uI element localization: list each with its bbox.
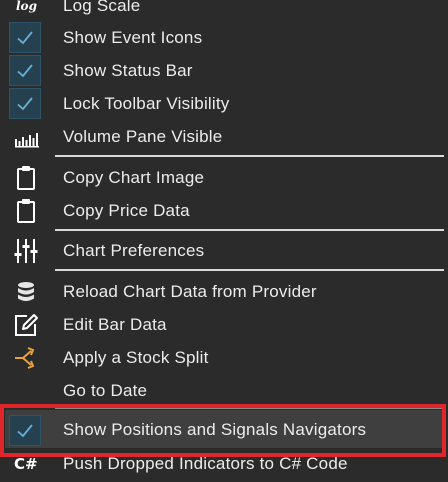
menu-item-label: Copy Price Data [63,201,190,220]
menu-item-show-status-bar[interactable]: Show Status Bar [0,55,448,87]
menu-item-label: Reload Chart Data from Provider [63,282,317,301]
menu-item-label: Chart Preferences [63,241,205,260]
clipboard-icon [17,199,35,223]
annotation-highlight-box [0,404,446,457]
menu-item-label: Lock Toolbar Visibility [63,94,230,113]
checkbox-checked [9,55,41,86]
menu-item-label: Push Dropped Indicators to C# Code [63,454,348,473]
menu-item-log-scale[interactable]: log Log Scale [0,0,448,22]
checkmark-icon [17,97,33,111]
clipboard-icon [17,166,35,190]
log-icon: log [16,0,37,13]
menu-divider [55,155,444,157]
menu-item-reload-chart-data[interactable]: Reload Chart Data from Provider [0,276,448,308]
edit-icon [15,314,38,336]
menu-item-show-event-icons[interactable]: Show Event Icons [0,22,448,54]
menu-item-edit-bar-data[interactable]: Edit Bar Data [0,309,448,341]
menu-item-label: Volume Pane Visible [63,127,223,146]
menu-item-label: Show Status Bar [63,61,193,80]
context-menu: log Log Scale Show Event Icons Show Stat… [0,0,448,482]
checkbox-checked [9,22,41,53]
menu-divider [55,229,444,231]
menu-item-label: Copy Chart Image [63,168,205,187]
menu-item-label: Edit Bar Data [63,315,167,334]
checkmark-icon [17,64,33,78]
menu-divider [55,269,444,271]
menu-item-copy-chart-image[interactable]: Copy Chart Image [0,162,448,194]
menu-item-volume-pane-visible[interactable]: Volume Pane Visible [0,121,448,153]
sliders-icon [14,239,38,263]
checkmark-icon [17,31,33,45]
menu-item-label: Log Scale [63,0,141,15]
checkbox-checked [9,88,41,119]
menu-item-lock-toolbar-visibility[interactable]: Lock Toolbar Visibility [0,88,448,120]
menu-item-label: Apply a Stock Split [63,348,209,367]
menu-item-go-to-date[interactable]: Go to Date [0,375,448,407]
menu-item-apply-stock-split[interactable]: Apply a Stock Split [0,342,448,374]
menu-item-copy-price-data[interactable]: Copy Price Data [0,195,448,227]
split-icon [15,347,35,369]
menu-item-label: Show Event Icons [63,28,203,47]
volume-bars-icon [15,133,39,148]
menu-item-label: Go to Date [63,381,148,400]
menu-item-chart-preferences[interactable]: Chart Preferences [0,235,448,267]
database-icon [18,282,34,301]
